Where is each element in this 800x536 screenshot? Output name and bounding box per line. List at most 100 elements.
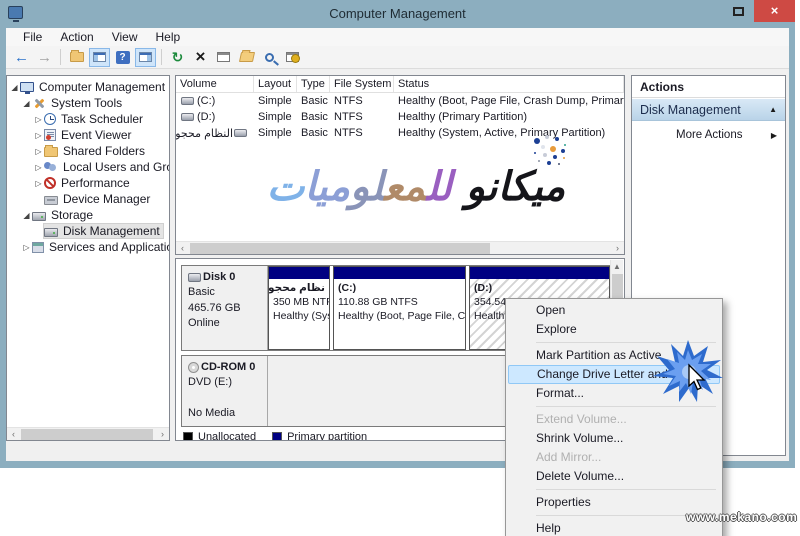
- expander-icon[interactable]: ◢: [21, 99, 32, 108]
- scroll-up-icon[interactable]: ▲: [611, 260, 623, 273]
- scrollbar-thumb[interactable]: [190, 243, 490, 254]
- scroll-left-icon[interactable]: ‹: [176, 242, 189, 254]
- volume-row-system-reserved[interactable]: النظام محجوز Simple Basic NTFS Healthy (…: [176, 125, 624, 141]
- column-layout[interactable]: Layout: [254, 76, 297, 92]
- expander-icon[interactable]: ▷: [33, 115, 44, 124]
- menu-help[interactable]: Help: [147, 29, 190, 45]
- tree-item-device-manager[interactable]: Device Manager: [7, 191, 169, 207]
- expander-icon[interactable]: ▷: [33, 179, 44, 188]
- local-users-icon: [44, 161, 58, 173]
- back-button[interactable]: ←: [11, 48, 32, 67]
- menu-file[interactable]: File: [14, 29, 51, 45]
- expander-icon[interactable]: ◢: [9, 83, 20, 92]
- device-manager-icon: [44, 196, 58, 205]
- expander-icon[interactable]: ◢: [21, 211, 32, 220]
- expander-icon[interactable]: ▷: [33, 131, 44, 140]
- tree-horizontal-scrollbar[interactable]: ‹ ›: [7, 427, 169, 440]
- drive-icon: [234, 129, 247, 137]
- column-type[interactable]: Type: [297, 76, 330, 92]
- tree-item-event-viewer[interactable]: ▷ Event Viewer: [7, 127, 169, 143]
- delete-button[interactable]: ×: [190, 48, 211, 67]
- open-button[interactable]: [236, 48, 257, 67]
- help-icon: ?: [116, 51, 130, 64]
- submenu-arrow-icon: ▶: [771, 131, 777, 140]
- forward-button[interactable]: →: [34, 48, 55, 67]
- storage-icon: [32, 212, 46, 221]
- tree-item-services-applications[interactable]: ▷ Services and Applications: [7, 239, 169, 255]
- cdrom-header[interactable]: CD-ROM 0 DVD (E:) No Media: [182, 356, 268, 426]
- refresh-button[interactable]: ↻: [167, 48, 188, 67]
- disk-management-icon: [44, 228, 58, 237]
- maximize-button[interactable]: [733, 7, 744, 16]
- collapse-icon[interactable]: ▲: [769, 105, 777, 114]
- tree-item-system-tools[interactable]: ◢ System Tools: [7, 95, 169, 111]
- search-icon: [265, 53, 274, 62]
- volume-horizontal-scrollbar[interactable]: ‹ ›: [176, 241, 624, 254]
- scrollbar-thumb[interactable]: [21, 429, 153, 440]
- disk0-type: Basic: [188, 285, 261, 300]
- disk0-status: Online: [188, 316, 261, 331]
- legend-primary-partition: Primary partition: [272, 431, 367, 441]
- menu-action[interactable]: Action: [51, 29, 102, 45]
- partition-color-bar: [269, 267, 329, 279]
- show-action-pane-button[interactable]: [135, 48, 156, 67]
- tree-item-shared-folders[interactable]: ▷ Shared Folders: [7, 143, 169, 159]
- scroll-right-icon[interactable]: ›: [156, 428, 169, 440]
- find-button[interactable]: [259, 48, 280, 67]
- tree-item-local-users[interactable]: ▷ Local Users and Groups: [7, 159, 169, 175]
- menu-item-shrink-volume[interactable]: Shrink Volume...: [506, 429, 722, 448]
- scroll-right-icon[interactable]: ›: [611, 242, 624, 254]
- screen: Computer Management × File Action View H…: [0, 0, 800, 536]
- console-tree-pane: ◢ Computer Management (Local) ◢ System T…: [6, 75, 170, 441]
- tree-item-disk-management[interactable]: Disk Management: [7, 223, 169, 239]
- menu-item-open[interactable]: Open: [506, 301, 722, 320]
- partition-color-bar: [334, 267, 465, 279]
- column-status[interactable]: Status: [394, 76, 624, 92]
- disk0-header[interactable]: Disk 0 Basic 465.76 GB Online: [182, 266, 268, 350]
- menu-bar: File Action View Help: [6, 28, 789, 46]
- help-button[interactable]: ?: [112, 48, 133, 67]
- scroll-left-icon[interactable]: ‹: [7, 428, 20, 440]
- shared-folders-icon: [44, 147, 58, 157]
- expander-icon[interactable]: ▷: [33, 147, 44, 156]
- tree-item-performance[interactable]: ▷ Performance: [7, 175, 169, 191]
- properties-button[interactable]: [213, 48, 234, 67]
- folder-up-icon: [70, 52, 84, 62]
- drive-icon: [181, 113, 194, 121]
- tree-item-computer-management[interactable]: ◢ Computer Management (Local): [7, 79, 169, 95]
- toolbar-separator: [60, 49, 61, 65]
- column-file-system[interactable]: File System: [330, 76, 394, 92]
- computer-icon: [20, 82, 34, 92]
- more-actions-item[interactable]: More Actions ▶: [632, 121, 785, 141]
- partition-c[interactable]: (C:) 110.88 GB NTFS Healthy (Boot, Page …: [333, 266, 466, 350]
- manage-gear-icon: [286, 52, 299, 62]
- up-level-button[interactable]: [66, 48, 87, 67]
- volume-list-header: Volume Layout Type File System Status: [176, 76, 624, 93]
- column-volume[interactable]: Volume: [176, 76, 254, 92]
- minimize-button[interactable]: [698, 0, 724, 22]
- partition-system-reserved[interactable]: نظام محجوز 350 MB NTFS Healthy (System, …: [268, 266, 330, 350]
- volume-row-d[interactable]: (D:) Simple Basic NTFS Healthy (Primary …: [176, 109, 624, 125]
- partition-legend: Unallocated Primary partition: [183, 431, 367, 441]
- close-button[interactable]: ×: [754, 0, 795, 22]
- system-tools-icon: [32, 97, 46, 109]
- actions-disk-management-band[interactable]: Disk Management ▲: [632, 98, 785, 121]
- show-console-tree-button[interactable]: [89, 48, 110, 67]
- menu-view[interactable]: View: [103, 29, 147, 45]
- actions-header: Actions: [632, 76, 785, 98]
- watermark-arabic-text: ميكانو للمعلوميات: [236, 164, 596, 210]
- cdrom-media: No Media: [188, 406, 261, 421]
- menu-item-delete-volume[interactable]: Delete Volume...: [506, 467, 722, 486]
- cd-icon: [188, 362, 199, 373]
- expander-icon[interactable]: ▷: [21, 243, 32, 252]
- volume-row-c[interactable]: (C:) Simple Basic NTFS Healthy (Boot, Pa…: [176, 93, 624, 109]
- tree-item-task-scheduler[interactable]: ▷ Task Scheduler: [7, 111, 169, 127]
- drive-icon: [181, 97, 194, 105]
- disk-icon: [188, 273, 201, 282]
- title-bar[interactable]: Computer Management ×: [0, 0, 795, 28]
- menu-item-explore[interactable]: Explore: [506, 320, 722, 339]
- expander-icon[interactable]: ▷: [33, 163, 44, 172]
- manage-button[interactable]: [282, 48, 303, 67]
- tree-item-storage[interactable]: ◢ Storage: [7, 207, 169, 223]
- delete-icon: ×: [196, 50, 206, 64]
